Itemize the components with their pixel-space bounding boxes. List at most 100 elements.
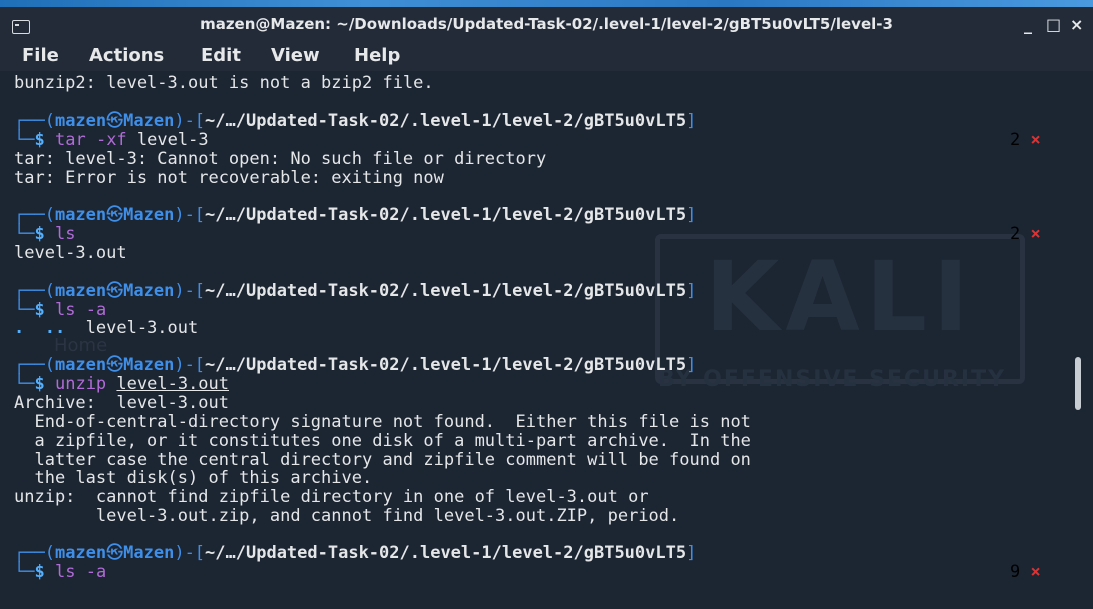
menu-bar: File Actions Edit View Help — [0, 41, 1093, 71]
file-entry: level-3.out — [65, 318, 199, 338]
prompt-line: ┌──(mazen㉿Mazen)-[~/…/Updated-Task-02/.l… — [14, 112, 696, 131]
exit-code: 2 — [1010, 130, 1021, 150]
maximize-button[interactable]: □ — [1046, 15, 1061, 34]
prompt-dollar: $ — [34, 374, 45, 394]
prompt-host: Mazen — [123, 205, 175, 225]
prompt-at-symbol: ㉿ — [106, 355, 124, 375]
command-flag: -a — [85, 562, 107, 582]
prompt-path: ~/…/Updated-Task-02/.level-1/level-2/gBT… — [205, 205, 687, 225]
minimize-button[interactable]: _ — [1024, 15, 1032, 34]
desktop-home-label: Home — [54, 335, 108, 356]
prompt-host: Mazen — [123, 111, 175, 131]
window-title: mazen@Mazen: ~/Downloads/Updated-Task-02… — [200, 15, 893, 33]
prompt-dollar: $ — [34, 562, 45, 582]
menu-edit[interactable]: Edit — [201, 45, 241, 66]
prompt-host: Mazen — [123, 281, 175, 301]
command-line: └─$ tar -xf level-3 — [14, 131, 209, 150]
kali-watermark: KALI — [705, 241, 975, 353]
prompt-bracket: ┌──( — [14, 355, 55, 375]
output-line: level-3.out.zip, and cannot find level-3… — [14, 506, 680, 526]
command-arg: level-3 — [136, 130, 209, 150]
exit-status: 2 × — [1010, 225, 1041, 244]
command-line: └─$ unzip level-3.out — [14, 375, 229, 394]
output-line: unzip: cannot find zipfile directory in … — [14, 487, 649, 507]
menu-actions[interactable]: Actions — [89, 45, 164, 66]
prompt-bracket: )-[ — [174, 543, 206, 563]
output-line: Archive: level-3.out — [14, 393, 229, 413]
prompt-corner: └─ — [14, 300, 35, 320]
output-line: bunzip2: level-3.out is not a bzip2 file… — [14, 73, 434, 93]
prompt-host: Mazen — [123, 543, 175, 563]
command-name: tar — [54, 130, 86, 150]
prompt-at-symbol: ㉿ — [106, 281, 124, 301]
prompt-bracket: )-[ — [174, 111, 206, 131]
window-top-accent — [0, 0, 1093, 7]
prompt-bracket: ┌──( — [14, 205, 55, 225]
prompt-bracket: ] — [686, 205, 697, 225]
vertical-scrollbar[interactable] — [1075, 357, 1081, 410]
prompt-corner: └─ — [14, 130, 35, 150]
output-line: a zipfile, or it constitutes one disk of… — [14, 431, 751, 451]
prompt-line: ┌──(mazen㉿Mazen)-[~/…/Updated-Task-02/.l… — [14, 544, 696, 563]
command-line[interactable]: └─$ ls -a — [14, 563, 106, 582]
prompt-user: mazen — [54, 355, 107, 375]
menu-file[interactable]: File — [22, 45, 59, 66]
prompt-line: ┌──(mazen㉿Mazen)-[~/…/Updated-Task-02/.l… — [14, 282, 696, 301]
command-line: └─$ ls — [14, 225, 75, 244]
prompt-at-symbol: ㉿ — [106, 543, 124, 563]
prompt-bracket: ] — [686, 355, 697, 375]
prompt-at-symbol: ㉿ — [106, 205, 124, 225]
menu-help[interactable]: Help — [354, 45, 400, 66]
output-line: tar: level-3: Cannot open: No such file … — [14, 149, 547, 169]
output-line: the last disk(s) of this archive. — [14, 468, 373, 488]
command-name: ls — [54, 562, 76, 582]
prompt-path: ~/…/Updated-Task-02/.level-1/level-2/gBT… — [205, 281, 687, 301]
prompt-user: mazen — [54, 205, 107, 225]
exit-code: 2 — [1010, 224, 1021, 244]
prompt-line: ┌──(mazen㉿Mazen)-[~/…/Updated-Task-02/.l… — [14, 206, 696, 225]
prompt-corner: └─ — [14, 374, 35, 394]
prompt-bracket: ] — [686, 281, 697, 301]
error-x-icon: × — [1030, 130, 1041, 150]
menu-view[interactable]: View — [271, 45, 320, 66]
prompt-dollar: $ — [34, 130, 45, 150]
command-name: ls — [54, 224, 76, 244]
prompt-path: ~/…/Updated-Task-02/.level-1/level-2/gBT… — [205, 355, 687, 375]
close-button[interactable]: × — [1070, 15, 1083, 34]
exit-code: 9 — [1010, 562, 1021, 582]
directory-entries: . .. — [14, 318, 66, 338]
command-arg: level-3.out — [116, 374, 230, 394]
prompt-corner: └─ — [14, 562, 35, 582]
prompt-user: mazen — [54, 281, 107, 301]
kali-watermark-subtitle: BY OFFENSIVE SECURITY — [658, 367, 1007, 392]
exit-status: 2 × — [1010, 131, 1041, 150]
prompt-host: Mazen — [123, 355, 175, 375]
prompt-bracket: ] — [686, 111, 697, 131]
error-x-icon: × — [1030, 562, 1041, 582]
exit-status: 9 × — [1010, 563, 1041, 582]
error-x-icon: × — [1030, 224, 1041, 244]
command-flag: -xf — [95, 130, 127, 150]
terminal-content[interactable]: KALI BY OFFENSIVE SECURITY Home bunzip2:… — [0, 71, 1093, 609]
prompt-bracket: )-[ — [174, 205, 206, 225]
command-flag: -a — [85, 300, 107, 320]
prompt-bracket: ┌──( — [14, 281, 55, 301]
prompt-bracket: ] — [686, 543, 697, 563]
output-line: . .. level-3.out — [14, 319, 198, 338]
prompt-user: mazen — [54, 543, 107, 563]
prompt-dollar: $ — [34, 300, 45, 320]
prompt-bracket: ┌──( — [14, 543, 55, 563]
command-name: unzip — [54, 374, 107, 394]
output-line: End-of-central-directory signature not f… — [14, 412, 751, 432]
prompt-dollar: $ — [34, 224, 45, 244]
prompt-corner: └─ — [14, 224, 35, 244]
prompt-line: ┌──(mazen㉿Mazen)-[~/…/Updated-Task-02/.l… — [14, 356, 696, 375]
command-name: ls — [54, 300, 76, 320]
prompt-user: mazen — [54, 111, 107, 131]
title-bar[interactable]: mazen@Mazen: ~/Downloads/Updated-Task-02… — [0, 7, 1093, 41]
prompt-at-symbol: ㉿ — [106, 111, 124, 131]
prompt-bracket: )-[ — [174, 281, 206, 301]
output-line: tar: Error is not recoverable: exiting n… — [14, 168, 444, 188]
prompt-bracket: )-[ — [174, 355, 206, 375]
prompt-path: ~/…/Updated-Task-02/.level-1/level-2/gBT… — [205, 543, 687, 563]
